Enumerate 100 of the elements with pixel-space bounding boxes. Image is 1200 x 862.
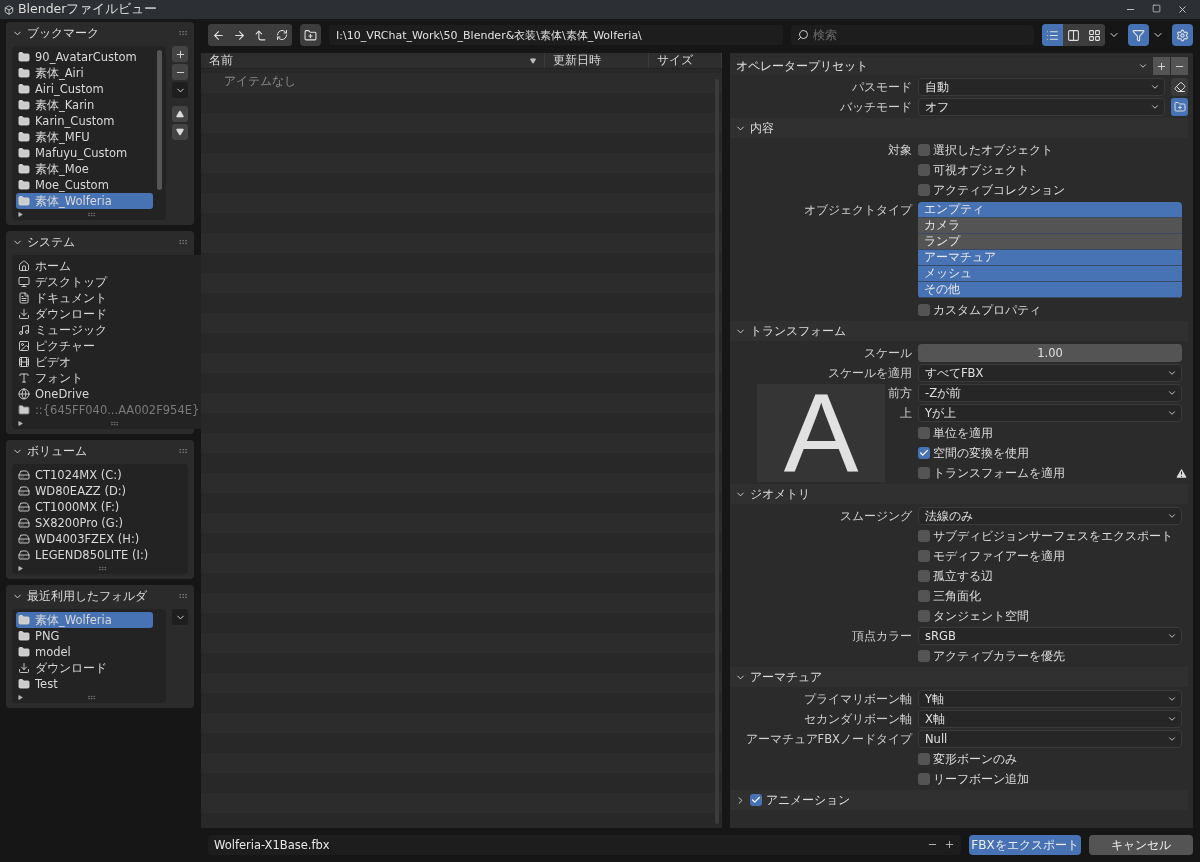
sidebar-item[interactable]: 素体_Karin [16,97,153,113]
checkbox[interactable] [918,164,930,176]
sidebar-item[interactable]: 素体_Wolferia [16,612,153,628]
dropdown[interactable]: すべてFBX [918,364,1182,382]
checkbox[interactable] [918,144,930,156]
dropdown[interactable]: sRGB [918,627,1182,645]
sidebar-item[interactable]: SX8200Pro (G:) [16,515,175,531]
section-header[interactable]: アーマチュア [730,667,1188,687]
dropdown[interactable]: X軸 [918,710,1182,728]
grip-icon[interactable] [87,209,96,219]
grip-icon[interactable] [110,418,120,428]
dropdown[interactable]: 法線のみ [918,507,1182,525]
expand-icon[interactable] [18,420,23,426]
sidebar-item[interactable]: Karin_Custom [16,113,153,129]
menu-button[interactable] [172,609,188,625]
type-option[interactable]: ランプ [918,234,1182,250]
remove-preset-button[interactable] [1171,57,1188,75]
settings-button[interactable] [1172,24,1193,46]
sidebar-item[interactable]: デスクトップ [16,274,200,290]
checkbox[interactable] [918,427,930,439]
add-preset-button[interactable] [1153,57,1170,75]
sidebar-item[interactable]: WD4003FZEX (H:) [16,531,175,547]
close-icon[interactable] [1177,4,1188,15]
sidebar-item[interactable]: 素体_Moe [16,161,153,177]
column-header[interactable]: サイズ [649,53,722,68]
sidebar-item[interactable]: ダウンロード [16,306,200,322]
column-header[interactable]: 名前 [201,53,545,68]
sidebar-item[interactable]: ミュージック [16,322,200,338]
sidebar-item[interactable]: 素体_MFU [16,129,153,145]
export-button[interactable]: FBXをエクスポート [969,835,1081,855]
section-header[interactable]: 内容 [730,118,1188,138]
move-up-button[interactable] [172,106,188,122]
grip-icon[interactable] [178,237,188,247]
dropdown[interactable]: Null [918,730,1182,748]
cancel-button[interactable]: キャンセル [1089,835,1193,855]
section-header[interactable]: アニメーション [730,790,1188,810]
grip-icon[interactable] [87,692,96,702]
sidebar-item[interactable]: ビデオ [16,354,200,370]
dropdown[interactable]: -Zが前 [918,384,1182,402]
sidebar-item[interactable]: 素体_Wolferia [16,193,153,209]
remove-button[interactable] [172,64,188,80]
type-option[interactable]: アーマチュア [918,250,1182,266]
type-option[interactable]: その他 [918,282,1182,298]
sidebar-item[interactable]: Airi_Custom [16,81,153,97]
grip-icon[interactable] [178,591,188,601]
dropdown[interactable]: Y軸 [918,690,1182,708]
checkbox[interactable] [918,610,930,622]
dropdown[interactable]: オフ [918,98,1165,116]
checkbox[interactable] [750,794,762,806]
maximize-icon[interactable] [1152,4,1161,13]
section-header[interactable]: トランスフォーム [730,321,1188,341]
checkbox[interactable] [918,467,930,479]
search-field[interactable]: 検索 [791,25,1034,45]
add-button[interactable] [172,46,188,62]
grip-icon[interactable] [98,563,107,573]
expand-icon[interactable] [18,694,23,700]
sidebar-item[interactable]: ドキュメント [16,290,200,306]
expand-icon[interactable] [18,565,23,571]
sidebar-item[interactable]: CT1000MX (F:) [16,499,175,515]
sidebar-item[interactable]: ダウンロード [16,660,153,676]
plus-icon[interactable] [944,839,955,850]
scrollbar[interactable] [157,50,162,190]
sidebar-item[interactable]: WD80EAZZ (D:) [16,483,175,499]
expand-icon[interactable] [18,211,23,217]
sidebar-item[interactable]: 素体_Airi [16,65,153,81]
sidebar-item[interactable]: Mafuyu_Custom [16,145,153,161]
sidebar-item[interactable]: ピクチャー [16,338,200,354]
section-header[interactable]: ジオメトリ [730,484,1188,504]
sidebar-item[interactable]: フォント [16,370,200,386]
checkbox[interactable] [918,530,930,542]
checkbox[interactable] [918,570,930,582]
grip-icon[interactable] [178,446,188,456]
filter-button[interactable] [1128,24,1149,46]
checkbox[interactable] [918,650,930,662]
checkbox[interactable] [918,447,930,459]
path-field[interactable]: I:\10_VRChat_Work\50_Blender&衣装\素体\素体_Wolferia\ [329,25,783,45]
sidebar-item[interactable]: PNG [16,628,153,644]
dropdown[interactable]: 自動 [918,78,1165,96]
checkbox[interactable] [918,184,930,196]
type-option[interactable]: エンプティ [918,202,1182,218]
eraser-button[interactable] [1171,78,1188,96]
column-header[interactable]: 更新日時 [545,53,649,68]
sidebar-item[interactable]: Moe_Custom [16,177,153,193]
folder-button[interactable] [1171,98,1188,116]
type-option[interactable]: カメラ [918,218,1182,234]
sidebar-item[interactable]: LEGEND850LITE (I:) [16,547,175,563]
sidebar-item[interactable]: OneDrive [16,386,200,402]
checkbox[interactable] [918,590,930,602]
sidebar-item[interactable]: model [16,644,153,660]
checkbox[interactable] [918,773,930,785]
dropdown[interactable]: Yが上 [918,404,1182,422]
new-folder-button[interactable] [300,24,321,46]
sidebar-item[interactable]: Test [16,676,153,692]
checkbox[interactable] [918,304,930,316]
sidebar-item[interactable]: ホーム [16,258,200,274]
checkbox[interactable] [918,753,930,765]
grip-icon[interactable] [178,28,188,38]
move-down-button[interactable] [172,124,188,140]
checkbox[interactable] [918,550,930,562]
sidebar-item[interactable]: CT1024MX (C:) [16,467,175,483]
